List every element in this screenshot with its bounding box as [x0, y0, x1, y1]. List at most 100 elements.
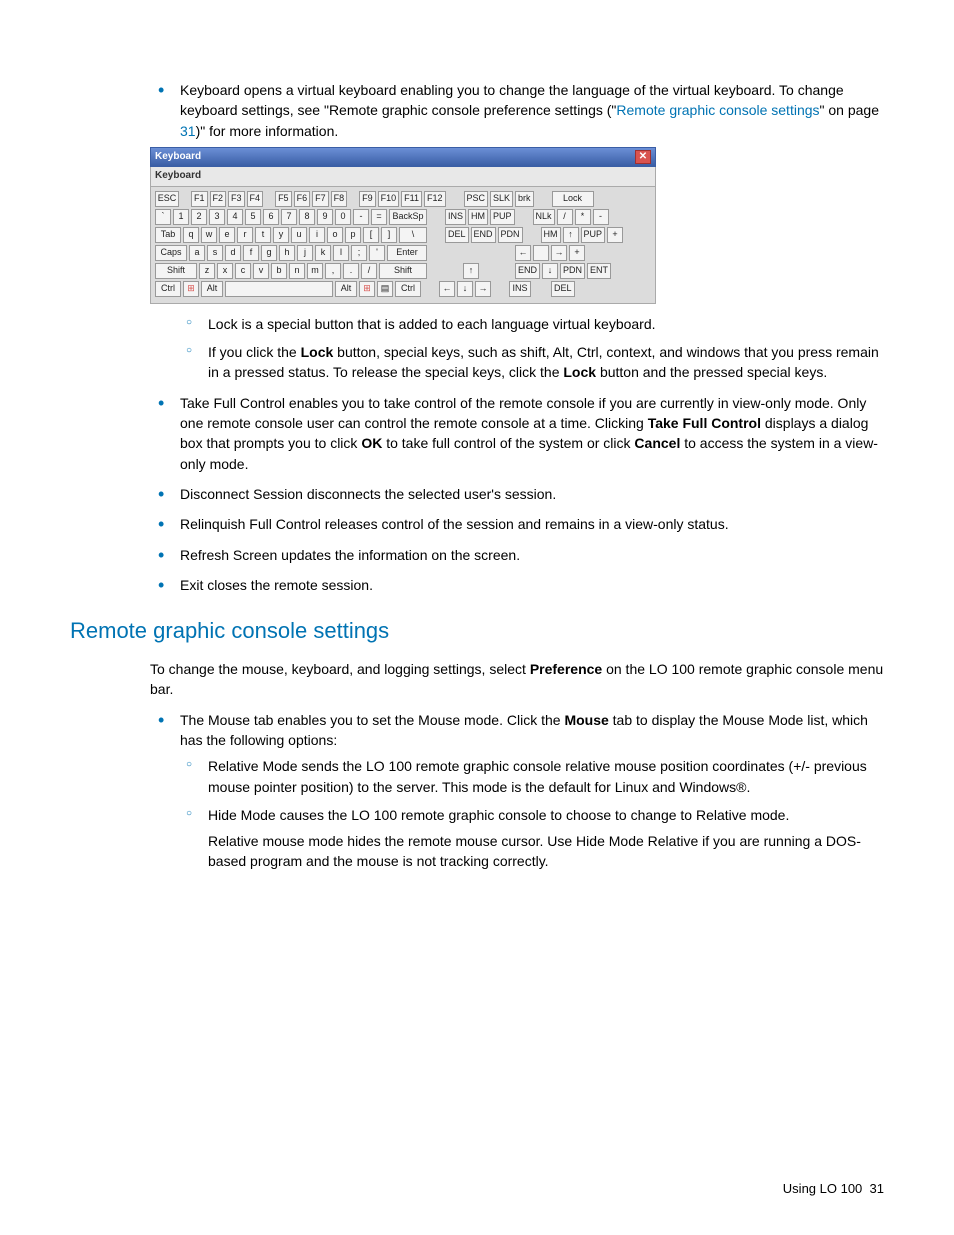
key-numdiv[interactable]: / — [557, 209, 573, 225]
key-num-plus2[interactable]: + — [569, 245, 585, 261]
key-lock[interactable]: Lock — [552, 191, 594, 207]
key-y[interactable]: y — [273, 227, 289, 243]
key-5[interactable]: 5 — [245, 209, 261, 225]
key-num-hm[interactable]: HM — [541, 227, 561, 243]
key-l[interactable]: l — [333, 245, 349, 261]
key-psc[interactable]: PSC — [464, 191, 489, 207]
key-del[interactable]: DEL — [445, 227, 469, 243]
key-8[interactable]: 8 — [299, 209, 315, 225]
key-period[interactable]: . — [343, 263, 359, 279]
key-lctrl[interactable]: Ctrl — [155, 281, 181, 297]
key-f10[interactable]: F10 — [378, 191, 400, 207]
key-esc[interactable]: ESC — [155, 191, 179, 207]
key-brk[interactable]: brk — [515, 191, 534, 207]
key-rshift[interactable]: Shift — [379, 263, 427, 279]
key-u[interactable]: u — [291, 227, 307, 243]
key-quote[interactable]: ' — [369, 245, 385, 261]
key-arrow-down[interactable]: ↓ — [457, 281, 473, 297]
key-r[interactable]: r — [237, 227, 253, 243]
key-g[interactable]: g — [261, 245, 277, 261]
key-f11[interactable]: F11 — [401, 191, 422, 207]
key-m[interactable]: m — [307, 263, 323, 279]
key-rbracket[interactable]: ] — [381, 227, 397, 243]
key-9[interactable]: 9 — [317, 209, 333, 225]
key-slash[interactable]: / — [361, 263, 377, 279]
key-arrow-left[interactable]: ← — [439, 281, 455, 297]
key-num-right[interactable]: → — [551, 245, 567, 261]
key-ins[interactable]: INS — [445, 209, 466, 225]
key-z[interactable]: z — [199, 263, 215, 279]
key-num-5[interactable] — [533, 245, 549, 261]
key-a[interactable]: a — [189, 245, 205, 261]
key-w[interactable]: w — [201, 227, 217, 243]
key-6[interactable]: 6 — [263, 209, 279, 225]
key-f5[interactable]: F5 — [275, 191, 292, 207]
key-s[interactable]: s — [207, 245, 223, 261]
key-arrow-up[interactable]: ↑ — [463, 263, 479, 279]
keyboard-menu[interactable]: Keyboard — [150, 167, 656, 187]
key-f9[interactable]: F9 — [359, 191, 376, 207]
key-arrow-right[interactable]: → — [475, 281, 491, 297]
key-f1[interactable]: F1 — [191, 191, 208, 207]
key-rctrl[interactable]: Ctrl — [395, 281, 421, 297]
key-c[interactable]: c — [235, 263, 251, 279]
key-pup[interactable]: PUP — [490, 209, 515, 225]
key-enter[interactable]: Enter — [387, 245, 427, 261]
key-f12[interactable]: F12 — [424, 191, 446, 207]
key-backspace[interactable]: BackSp — [389, 209, 427, 225]
key-lbracket[interactable]: [ — [363, 227, 379, 243]
key-nlk[interactable]: NLk — [533, 209, 555, 225]
key-b[interactable]: b — [271, 263, 287, 279]
key-i[interactable]: i — [309, 227, 325, 243]
key-slk[interactable]: SLK — [490, 191, 513, 207]
key-v[interactable]: v — [253, 263, 269, 279]
key-pdn[interactable]: PDN — [498, 227, 523, 243]
key-backtick[interactable]: ` — [155, 209, 171, 225]
key-backslash[interactable]: \ — [399, 227, 427, 243]
key-context[interactable]: ▤ — [377, 281, 393, 297]
key-d[interactable]: d — [225, 245, 241, 261]
key-t[interactable]: t — [255, 227, 271, 243]
key-minus[interactable]: - — [353, 209, 369, 225]
key-p[interactable]: p — [345, 227, 361, 243]
key-q[interactable]: q — [183, 227, 199, 243]
key-end[interactable]: END — [471, 227, 496, 243]
key-semicolon[interactable]: ; — [351, 245, 367, 261]
key-num-up[interactable]: ↑ — [563, 227, 579, 243]
key-o[interactable]: o — [327, 227, 343, 243]
key-4[interactable]: 4 — [227, 209, 243, 225]
key-f[interactable]: f — [243, 245, 259, 261]
key-h[interactable]: h — [279, 245, 295, 261]
key-n[interactable]: n — [289, 263, 305, 279]
key-numminus[interactable]: - — [593, 209, 609, 225]
key-f4[interactable]: F4 — [247, 191, 264, 207]
key-num-pdn[interactable]: PDN — [560, 263, 585, 279]
key-num-pup[interactable]: PUP — [581, 227, 606, 243]
key-f2[interactable]: F2 — [210, 191, 227, 207]
key-num-left[interactable]: ← — [515, 245, 531, 261]
key-f6[interactable]: F6 — [294, 191, 311, 207]
key-x[interactable]: x — [217, 263, 233, 279]
key-num-ent[interactable]: ENT — [587, 263, 611, 279]
key-rwin[interactable]: ⊞ — [359, 281, 375, 297]
key-num-down[interactable]: ↓ — [542, 263, 558, 279]
key-2[interactable]: 2 — [191, 209, 207, 225]
key-comma[interactable]: , — [325, 263, 341, 279]
key-k[interactable]: k — [315, 245, 331, 261]
key-0[interactable]: 0 — [335, 209, 351, 225]
key-1[interactable]: 1 — [173, 209, 189, 225]
key-num-end[interactable]: END — [515, 263, 540, 279]
key-tab[interactable]: Tab — [155, 227, 181, 243]
key-lshift[interactable]: Shift — [155, 263, 197, 279]
key-f3[interactable]: F3 — [228, 191, 245, 207]
key-hm[interactable]: HM — [468, 209, 488, 225]
close-icon[interactable]: ✕ — [635, 150, 651, 164]
key-space[interactable] — [225, 281, 333, 297]
key-num-del[interactable]: DEL — [551, 281, 575, 297]
key-f8[interactable]: F8 — [331, 191, 348, 207]
key-lalt[interactable]: Alt — [201, 281, 223, 297]
key-lwin[interactable]: ⊞ — [183, 281, 199, 297]
key-7[interactable]: 7 — [281, 209, 297, 225]
key-nummul[interactable]: * — [575, 209, 591, 225]
key-j[interactable]: j — [297, 245, 313, 261]
